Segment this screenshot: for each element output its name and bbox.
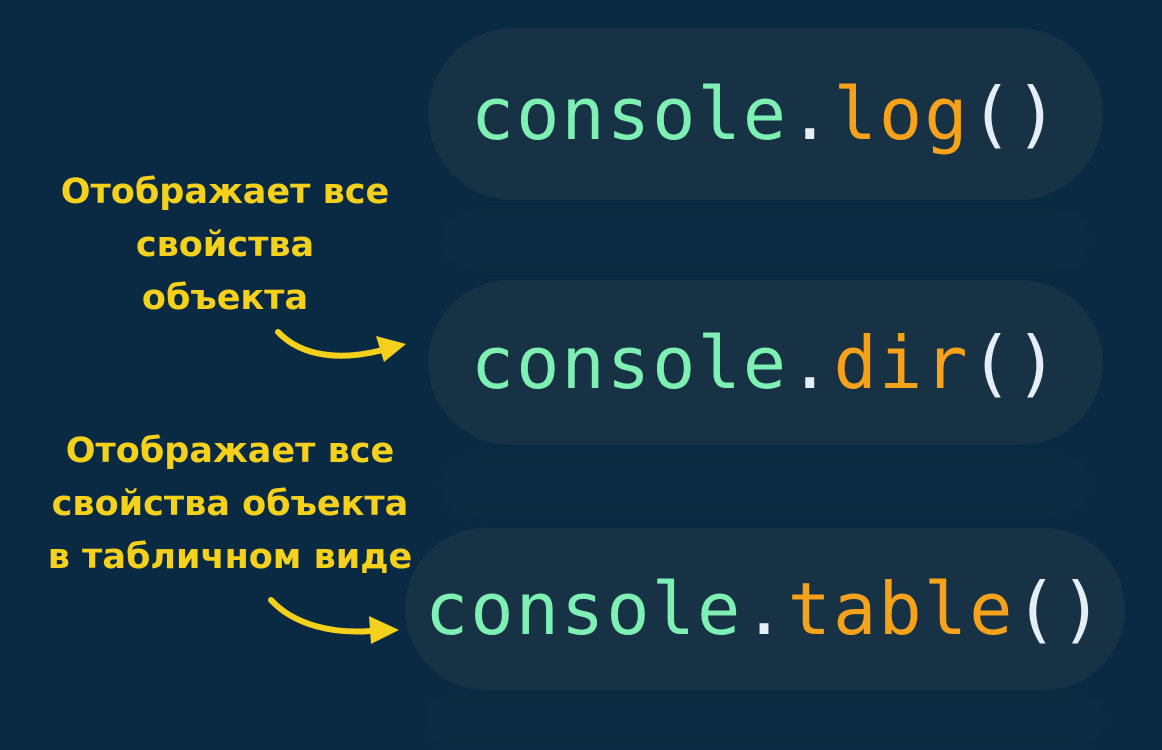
parentheses: () xyxy=(969,320,1061,405)
parentheses: () xyxy=(1014,567,1106,651)
curved-arrow-icon xyxy=(275,329,406,362)
method-name: table xyxy=(787,567,1015,651)
annotation-line: объекта xyxy=(141,278,309,318)
pill-shadow xyxy=(440,205,1090,275)
pill-shadow xyxy=(425,690,1105,750)
code-console-dir: console.dir() xyxy=(471,327,1061,399)
object-name: console xyxy=(470,320,789,405)
member-dot: . xyxy=(742,567,788,651)
pill-shadow xyxy=(440,450,1090,520)
annotation-line: свойства xyxy=(135,225,315,265)
parentheses: () xyxy=(969,72,1061,156)
method-pill-log: console.log() xyxy=(428,28,1103,200)
annotation-line: свойства объекта xyxy=(51,484,409,524)
object-name: console xyxy=(424,567,743,651)
object-name: console xyxy=(470,72,789,156)
annotation-dir: Отображает все свойства объекта xyxy=(40,166,410,325)
annotation-line: в табличном виде xyxy=(47,537,413,577)
annotation-table: Отображает все свойства объекта в таблич… xyxy=(40,425,420,584)
code-console-log: console.log() xyxy=(471,78,1061,150)
curved-arrow-icon xyxy=(268,597,399,644)
annotation-line: Отображает все xyxy=(60,172,390,212)
method-pill-table: console.table() xyxy=(405,528,1125,690)
code-console-table: console.table() xyxy=(425,573,1105,645)
annotation-line: Отображает все xyxy=(65,431,395,471)
method-name: log xyxy=(833,72,970,156)
member-dot: . xyxy=(788,72,834,156)
method-name: dir xyxy=(833,320,970,405)
method-pill-dir: console.dir() xyxy=(428,280,1103,445)
member-dot: . xyxy=(788,320,834,405)
